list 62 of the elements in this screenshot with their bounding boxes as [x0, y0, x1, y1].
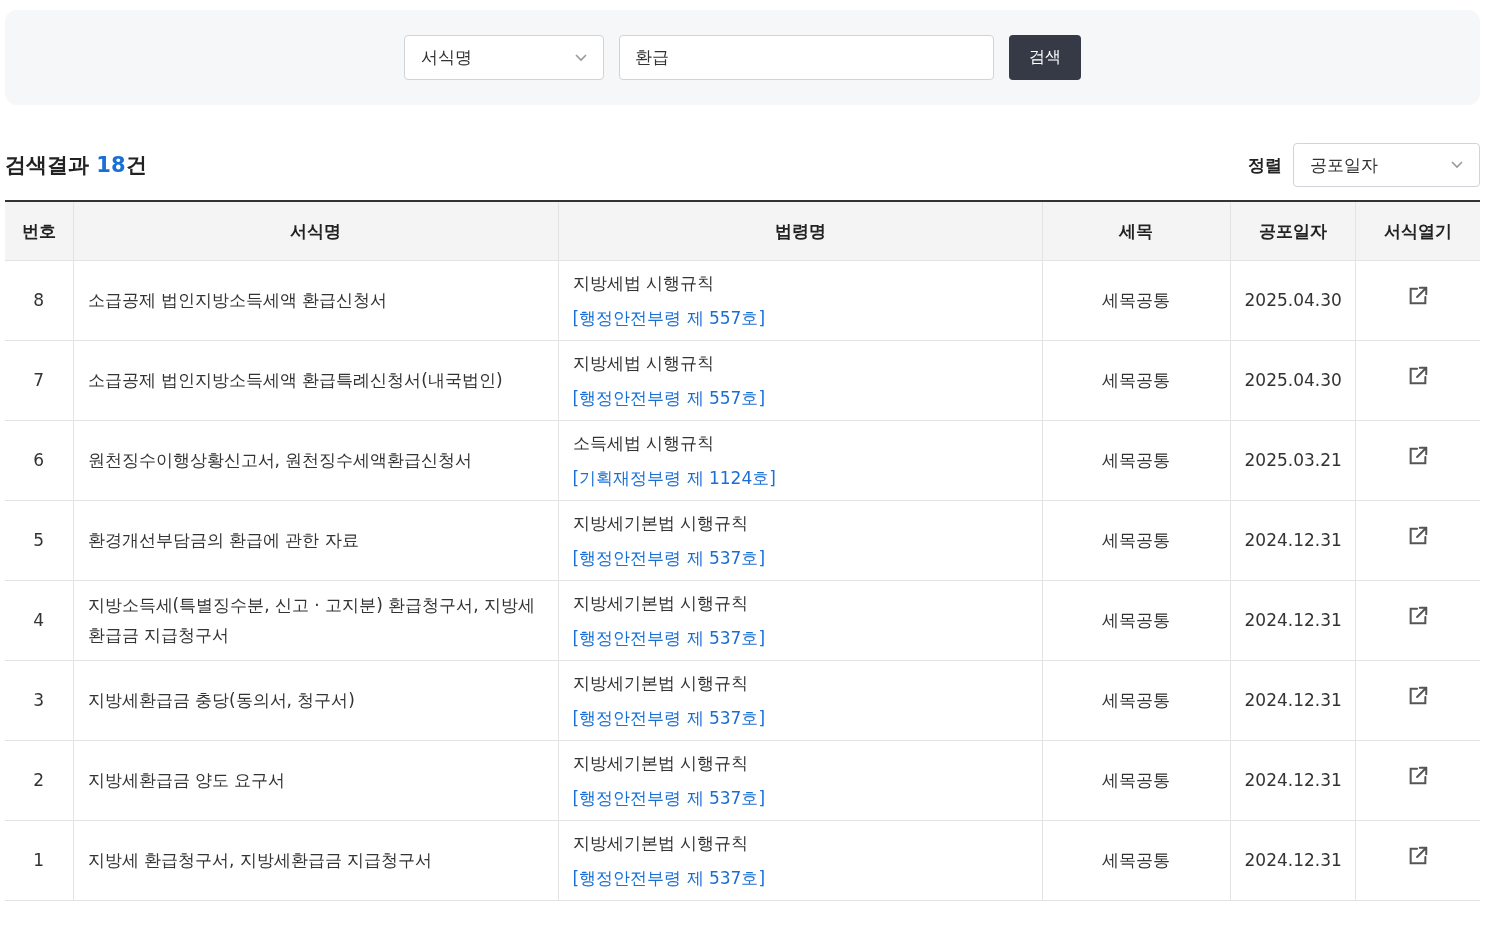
- table-cell: 1: [5, 820, 73, 901]
- table-cell: 2025.04.30: [1230, 260, 1355, 341]
- table-cell: 세목공통: [1042, 820, 1230, 901]
- form-link[interactable]: 지방소득세(특별징수분, 신고 · 고지분) 환급청구서, 지방세환급금 지급청구서: [73, 580, 558, 661]
- table-cell: 세목공통: [1042, 580, 1230, 661]
- table-cell: 2024.12.31: [1230, 580, 1355, 661]
- law-name: 지방세기본법 시행규칙: [572, 511, 749, 535]
- table-cell: 4: [5, 580, 73, 661]
- table-cell: 3: [5, 660, 73, 741]
- law-link[interactable]: [기획재정부령 제 1124호]: [572, 460, 1028, 496]
- law-link[interactable]: [행정안전부령 제 537호]: [572, 780, 1028, 816]
- form-link[interactable]: 소급공제 법인지방소득세액 환급특례신청서(내국법인): [73, 340, 558, 421]
- table-cell: 2024.12.31: [1230, 500, 1355, 581]
- form-link[interactable]: 지방세환급금 충당(동의서, 청구서): [73, 660, 558, 741]
- law-name: 지방세기본법 시행규칙: [572, 591, 749, 615]
- table-cell: 2: [5, 740, 73, 821]
- law-name: 지방세기본법 시행규칙: [572, 831, 749, 855]
- table-cell: 세목공통: [1042, 740, 1230, 821]
- law-link[interactable]: [행정안전부령 제 557호]: [572, 380, 1028, 416]
- table-cell: 2024.12.31: [1230, 820, 1355, 901]
- form-link[interactable]: 환경개선부담금의 환급에 관한 자료: [73, 500, 558, 581]
- law-name: 지방세법 시행규칙: [572, 351, 715, 375]
- form-link[interactable]: 지방세 환급청구서, 지방세환급금 지급청구서: [73, 820, 558, 901]
- law-name: 소득세법 시행규칙: [572, 431, 715, 455]
- form-link[interactable]: 소급공제 법인지방소득세액 환급신청서: [73, 260, 558, 341]
- law-link[interactable]: [행정안전부령 제 537호]: [572, 620, 1028, 656]
- table-cell: 세목공통: [1042, 260, 1230, 341]
- column-header: 번호: [5, 201, 73, 261]
- chevron-down-icon: [575, 53, 587, 62]
- column-header: 법령명: [558, 201, 1042, 261]
- law-name: 지방세기본법 시행규칙: [572, 751, 749, 775]
- table-cell: 6: [5, 420, 73, 501]
- table-cell: 8: [5, 260, 73, 341]
- table-cell: 5: [5, 500, 73, 581]
- table-cell: 2024.12.31: [1230, 660, 1355, 741]
- column-header: 서식명: [73, 201, 558, 261]
- table-cell: 2025.03.21: [1230, 420, 1355, 501]
- table-cell: 2025.04.30: [1230, 340, 1355, 421]
- search-button[interactable]: 검색: [1009, 35, 1081, 80]
- law-link[interactable]: [행정안전부령 제 537호]: [572, 860, 1028, 896]
- search-field[interactable]: 환급: [619, 35, 994, 80]
- table-cell: 세목공통: [1042, 500, 1230, 581]
- table-cell: 세목공통: [1042, 420, 1230, 501]
- sort-select[interactable]: 공포일자: [1293, 143, 1480, 187]
- table-cell: 7: [5, 340, 73, 421]
- law-link[interactable]: [행정안전부령 제 537호]: [572, 540, 1028, 576]
- form-link[interactable]: 지방세환급금 양도 요구서: [73, 740, 558, 821]
- result-count-heading: 검색결과 18건: [5, 152, 147, 179]
- table-cell: 세목공통: [1042, 340, 1230, 421]
- law-name: 지방세기본법 시행규칙: [572, 671, 749, 695]
- form-link[interactable]: 원천징수이행상황신고서, 원천징수세액환급신청서: [73, 420, 558, 501]
- law-link[interactable]: [행정안전부령 제 537호]: [572, 700, 1028, 736]
- column-header: 세목: [1042, 201, 1230, 261]
- column-header: 공포일자: [1230, 201, 1355, 261]
- table-cell: 2024.12.31: [1230, 740, 1355, 821]
- column-header: 서식열기: [1355, 201, 1480, 261]
- sort-label: 정렬: [1248, 153, 1282, 177]
- chevron-down-icon: [1451, 161, 1463, 169]
- law-name: 지방세법 시행규칙: [572, 271, 715, 295]
- table-cell: 세목공통: [1042, 660, 1230, 741]
- search-type-select[interactable]: 서식명: [404, 35, 604, 80]
- law-link[interactable]: [행정안전부령 제 557호]: [572, 300, 1028, 336]
